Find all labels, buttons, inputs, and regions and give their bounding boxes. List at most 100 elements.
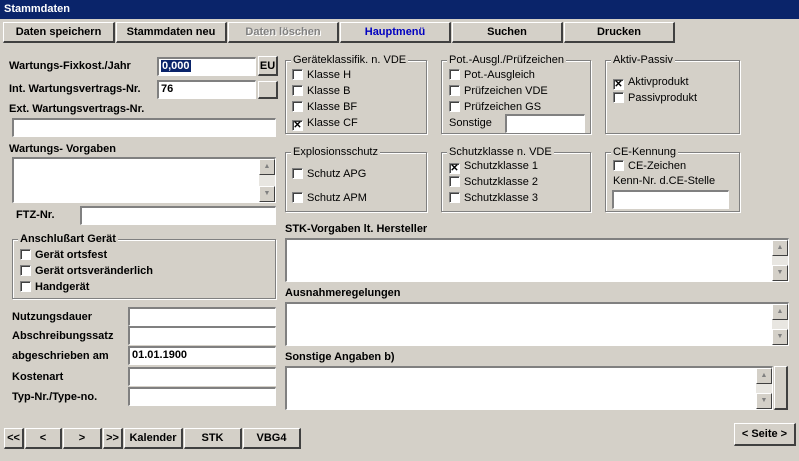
schutzklasse-2-label: Schutzklasse 2 [464, 176, 538, 188]
checkmark-icon: ✕ [449, 163, 460, 174]
ausnahme-memo[interactable]: ▲ ▼ [285, 302, 789, 346]
checkbox-icon [292, 101, 303, 112]
int-vertrag-label: Int. Wartungsvertrags-Nr. [9, 83, 141, 95]
ausnahme-label: Ausnahmeregelungen [285, 287, 401, 299]
schutzklasse-title: Schutzklasse n. VDE [447, 146, 554, 159]
klasse-b-checkbox[interactable]: Klasse B [292, 85, 350, 98]
wartung-fix-input[interactable]: 0,000 [157, 57, 256, 76]
klasse-bf-checkbox[interactable]: Klasse BF [292, 101, 357, 114]
klasse-h-checkbox[interactable]: Klasse H [292, 69, 351, 82]
ausnahme-scrollbar[interactable]: ▲ ▼ [772, 304, 788, 345]
currency-button[interactable]: EU [258, 56, 278, 76]
wartung-fix-value: 0,000 [161, 60, 191, 72]
checkmark-icon: ✕ [613, 79, 624, 90]
wartung-fix-label: Wartungs-Fixkost./Jahr [9, 60, 131, 72]
anschluss-ortsfest-label: Gerät ortsfest [35, 249, 108, 261]
vorgaben-memo[interactable]: ▲ ▼ [12, 157, 276, 203]
sonstige-angaben-memo[interactable]: ▲ ▼ [285, 366, 773, 410]
pot-ausgleich-label: Pot.-Ausgleich [464, 69, 535, 81]
vbg4-button[interactable]: VBG4 [243, 428, 301, 449]
window-title: Stammdaten [0, 0, 799, 19]
print-button[interactable]: Drucken [564, 22, 675, 43]
first-record-button[interactable]: << [4, 428, 24, 449]
checkbox-icon [292, 69, 303, 80]
kalender-button[interactable]: Kalender [124, 428, 183, 449]
ce-zeichen-checkbox[interactable]: CE-Zeichen [613, 160, 686, 173]
stk-button[interactable]: STK [184, 428, 242, 449]
scroll-down-icon[interactable]: ▼ [772, 265, 788, 281]
sonstige-scrollbar[interactable]: ▲ ▼ [756, 368, 772, 409]
checkbox-icon [20, 249, 31, 260]
vorgaben-scrollbar[interactable]: ▲ ▼ [259, 159, 275, 202]
sonstige-angaben-label: Sonstige Angaben b) [285, 351, 395, 363]
schutzklasse-2-checkbox[interactable]: Schutzklasse 2 [449, 176, 538, 189]
kostenart-input[interactable] [128, 367, 276, 386]
save-button[interactable]: Daten speichern [3, 22, 115, 43]
checkbox-icon [449, 69, 460, 80]
ce-zeichen-label: CE-Zeichen [628, 160, 687, 172]
checkbox-icon [20, 265, 31, 276]
passivprodukt-checkbox[interactable]: Passivprodukt [613, 92, 697, 105]
anschluss-title: Anschlußart Gerät [18, 233, 118, 246]
stk-scrollbar[interactable]: ▲ ▼ [772, 240, 788, 281]
nutzung-input[interactable] [128, 307, 276, 326]
scroll-up-icon[interactable]: ▲ [772, 240, 788, 256]
kenn-nr-input[interactable] [612, 190, 729, 209]
aktivprodukt-label: Aktivprodukt [628, 76, 689, 88]
sonstige-input[interactable] [505, 114, 585, 133]
delete-button[interactable]: Daten löschen [228, 22, 339, 43]
abschreib-label: Abschreibungssatz [12, 330, 114, 342]
anschluss-handgeraet-label: Handgerät [35, 281, 90, 293]
anschluss-handgeraet-checkbox[interactable]: Handgerät [20, 281, 89, 294]
schutz-apg-checkbox[interactable]: Schutz APG [292, 168, 366, 181]
abgeschrieben-input[interactable]: 01.01.1900 [128, 346, 276, 365]
pot-ausgleich-checkbox[interactable]: Pot.-Ausgleich [449, 69, 535, 82]
schutzklasse-3-checkbox[interactable]: Schutzklasse 3 [449, 192, 538, 205]
anschluss-ortsveraenderlich-label: Gerät ortsveränderlich [35, 265, 153, 277]
scroll-up-icon[interactable]: ▲ [772, 304, 788, 320]
checkbox-icon [613, 92, 624, 103]
main-menu-button[interactable]: Hauptmenü [340, 22, 451, 43]
search-button[interactable]: Suchen [452, 22, 563, 43]
checkbox-icon [449, 176, 460, 187]
scroll-down-icon[interactable]: ▼ [756, 393, 772, 409]
scroll-up-icon[interactable]: ▲ [756, 368, 772, 384]
checkbox-icon [20, 281, 31, 292]
ce-title: CE-Kennung [611, 146, 678, 159]
new-record-button[interactable]: Stammdaten neu [116, 22, 227, 43]
abschreib-input[interactable] [128, 326, 276, 345]
klasse-bf-label: Klasse BF [307, 101, 358, 113]
pruefzeichen-gs-label: Prüfzeichen GS [464, 101, 542, 113]
schutzklasse-1-checkbox[interactable]: ✕ Schutzklasse 1 [449, 160, 538, 174]
pruefzeichen-gs-checkbox[interactable]: Prüfzeichen GS [449, 101, 541, 114]
schutz-apg-label: Schutz APG [307, 168, 367, 180]
ext-vertrag-label: Ext. Wartungsvertrags-Nr. [9, 103, 145, 115]
scroll-down-icon[interactable]: ▼ [259, 186, 275, 202]
stk-vorgaben-label: STK-Vorgaben lt. Hersteller [285, 223, 428, 235]
schutzklasse-3-label: Schutzklasse 3 [464, 192, 538, 204]
typnr-input[interactable] [128, 387, 276, 406]
seite-button[interactable]: < Seite > [734, 423, 796, 446]
ftz-input[interactable] [80, 206, 276, 225]
schutz-apm-checkbox[interactable]: Schutz APM [292, 192, 367, 205]
ext-vertrag-input[interactable] [12, 118, 276, 137]
last-record-button[interactable]: >> [103, 428, 123, 449]
vorgaben-label: Wartungs- Vorgaben [9, 143, 116, 155]
prev-record-button[interactable]: < [25, 428, 62, 449]
checkbox-icon [292, 168, 303, 179]
sonstige-side-button[interactable] [774, 366, 788, 410]
pruefzeichen-vde-checkbox[interactable]: Prüfzeichen VDE [449, 85, 548, 98]
anschluss-ortsveraenderlich-checkbox[interactable]: Gerät ortsveränderlich [20, 265, 153, 278]
schutzklasse-1-label: Schutzklasse 1 [464, 160, 538, 172]
anschluss-ortsfest-checkbox[interactable]: Gerät ortsfest [20, 249, 107, 262]
int-vertrag-lookup-button[interactable] [258, 81, 278, 99]
checkbox-icon [449, 101, 460, 112]
scroll-down-icon[interactable]: ▼ [772, 329, 788, 345]
klasse-cf-checkbox[interactable]: ✕ Klasse CF [292, 117, 358, 131]
scroll-up-icon[interactable]: ▲ [259, 159, 275, 175]
aktivprodukt-checkbox[interactable]: ✕ Aktivprodukt [613, 76, 689, 90]
stk-vorgaben-memo[interactable]: ▲ ▼ [285, 238, 789, 282]
geraeteklasse-title: Geräteklassifik. n. VDE [291, 54, 409, 67]
int-vertrag-input[interactable]: 76 [157, 80, 256, 99]
next-record-button[interactable]: > [63, 428, 102, 449]
